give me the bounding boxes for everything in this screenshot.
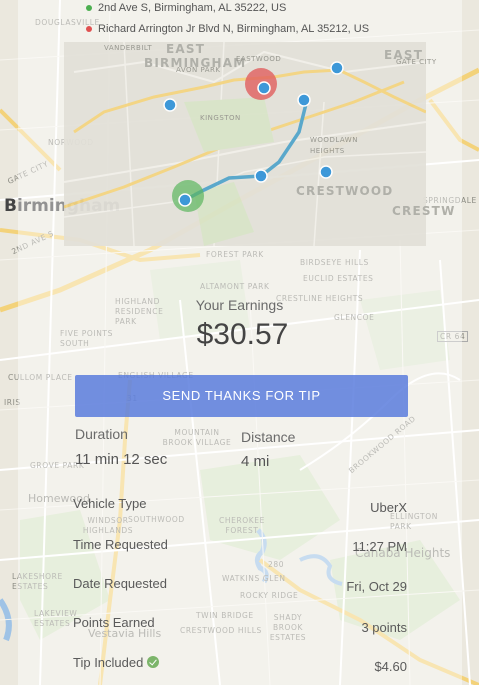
dropoff-address: Richard Arrington Jr Blvd N, Birmingham,… [98, 23, 370, 35]
route-map-label: Avon Park [176, 66, 221, 74]
pickup-address: 2nd Ave S, Birmingham, AL 35222, US [98, 2, 287, 14]
earnings-value: $30.57 [196, 318, 289, 351]
route-map-graphic [63, 41, 427, 247]
duration-value: 11 min 12 sec [75, 451, 168, 468]
route-map[interactable]: Vanderbilt East Birmingham Avon Park Kin… [63, 41, 454, 247]
vehicle-type-label: Vehicle Type [73, 496, 147, 511]
route-map-label: Eastwood [236, 55, 282, 63]
distance-label: Distance [241, 429, 296, 445]
time-requested-label: Time Requested [73, 537, 168, 552]
pickup-marker-icon [86, 5, 92, 11]
earnings-label: Your Earnings [195, 297, 284, 313]
points-earned-value: 3 points [361, 620, 407, 635]
route-map-label: Crestw [392, 204, 456, 218]
distance-value: 4 mi [241, 453, 270, 470]
route-map-label: Crestwood [296, 184, 394, 198]
route-map-label: Gate City [396, 58, 437, 66]
route-map-label: Heights [310, 147, 345, 155]
route-map-label: Vanderbilt [104, 44, 153, 52]
duration-label: Duration [75, 426, 128, 442]
vehicle-type-value: UberX [370, 500, 407, 515]
tip-included-row: Tip Included [73, 655, 160, 670]
check-circle-icon [147, 656, 160, 668]
route-map-label: Kingston [200, 114, 241, 122]
points-earned-label: Points Earned [73, 615, 155, 630]
date-requested-label: Date Requested [73, 576, 167, 591]
send-thanks-for-tip-button[interactable]: SEND THANKS FOR TIP [75, 375, 408, 417]
tip-included-value: $4.60 [374, 659, 407, 674]
tip-included-label: Tip Included [73, 655, 144, 670]
dropoff-marker-icon [86, 26, 92, 32]
route-map-label: Woodlawn [310, 136, 358, 144]
route-map-label: East [166, 42, 206, 56]
date-requested-value: Fri, Oct 29 [346, 579, 407, 594]
time-requested-value: 11:27 PM [352, 539, 407, 554]
